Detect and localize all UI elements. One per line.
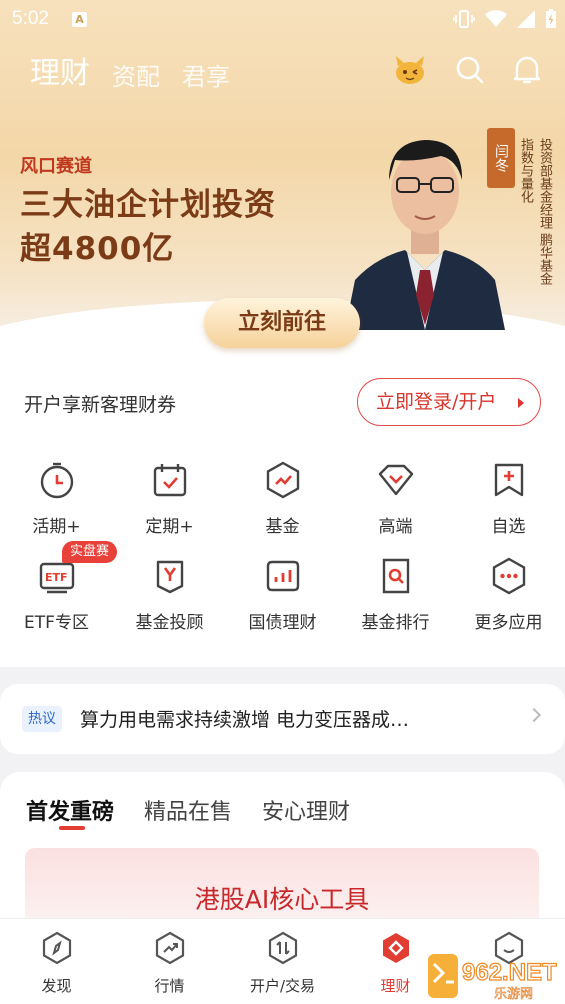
- status-time: 5:02: [12, 8, 49, 29]
- grid-label: 基金投顾: [135, 613, 204, 633]
- grid-item-current[interactable]: 活期+: [0, 460, 113, 537]
- grid-label: 活期+: [32, 517, 81, 537]
- grid-label: 自选: [491, 517, 526, 537]
- promo-text: 开户享新客理财券: [24, 394, 177, 416]
- site-watermark: 962.NET 乐游网: [428, 954, 558, 1002]
- grid-item-advisor[interactable]: 基金投顾: [113, 556, 226, 633]
- nav-label: 开户/交易: [249, 977, 316, 995]
- vibrate-icon: [453, 10, 475, 28]
- tab-debut[interactable]: 首发重磅: [26, 794, 114, 826]
- grid-item-premium[interactable]: 高端: [339, 460, 452, 537]
- hot-tag: 热议: [22, 706, 62, 732]
- notification-badge: A: [72, 12, 87, 27]
- grid-label: ETF专区: [24, 613, 89, 633]
- grid-item-etf[interactable]: ETF ETF专区: [0, 556, 113, 633]
- compass-icon: [42, 931, 71, 965]
- top-tab-zipei[interactable]: 资配: [112, 57, 160, 92]
- nav-label: 发现: [41, 977, 72, 995]
- manager-name: 闫冬: [487, 128, 515, 188]
- wifi-icon: [485, 10, 507, 27]
- grid-item-watchlist[interactable]: 自选: [452, 460, 565, 537]
- bond-icon: [266, 560, 299, 592]
- more-apps-icon: [492, 557, 525, 595]
- grid-label: 基金排行: [361, 613, 430, 633]
- top-actions: [393, 54, 541, 86]
- nav-market[interactable]: 行情: [113, 931, 226, 996]
- watermark-sub: 乐游网: [494, 987, 533, 1002]
- bell-icon[interactable]: [513, 55, 541, 85]
- watermark-brand: 962.NET: [462, 959, 557, 986]
- login-button[interactable]: 立即登录/开户: [357, 378, 541, 426]
- status-icons: [453, 9, 557, 29]
- nav-label: 行情: [154, 977, 185, 995]
- grid-item-bond[interactable]: 国债理财: [226, 556, 339, 633]
- top-tab-junxiang[interactable]: 君享: [182, 57, 230, 92]
- chevron-right-icon: [526, 707, 542, 723]
- grid-item-ranking[interactable]: 基金排行: [339, 556, 452, 633]
- signal-icon: [517, 10, 535, 28]
- add-bookmark-icon: [494, 463, 523, 497]
- grid-item-fund[interactable]: 基金: [226, 460, 339, 537]
- stopwatch-icon: [40, 462, 73, 499]
- etf-badge: 实盘赛: [62, 541, 118, 563]
- mascot-icon[interactable]: [393, 54, 427, 86]
- grid-label: 基金: [265, 517, 300, 537]
- trend-icon: [155, 931, 184, 965]
- product-card-title: 港股AI核心工具: [194, 885, 370, 914]
- grid-label: 更多应用: [474, 613, 543, 633]
- hot-topic-bar[interactable]: 热议 算力用电需求持续激增 电力变压器成…: [0, 684, 565, 754]
- fund-manager-photo: [345, 140, 505, 330]
- section-tabs: 首发重磅 精品在售 安心理财: [26, 794, 350, 826]
- tab-indicator: [59, 826, 85, 830]
- advisor-icon: [156, 560, 183, 594]
- calendar-icon: [153, 464, 186, 497]
- banner-title-line1: 三大油企计划投资: [20, 187, 276, 223]
- hot-text: 算力用电需求持续激增 电力变压器成…: [80, 709, 410, 731]
- nav-discover[interactable]: 发现: [0, 931, 113, 996]
- grid-label: 国债理财: [248, 613, 317, 633]
- tab-featured[interactable]: 精品在售: [144, 794, 232, 826]
- login-button-label: 立即登录/开户: [376, 391, 497, 413]
- trade-icon: [268, 931, 297, 965]
- tab-safe[interactable]: 安心理财: [262, 794, 350, 826]
- manager-desc-line1: 投资部基金经理: [537, 138, 552, 229]
- svg-text:ETF: ETF: [45, 571, 68, 584]
- hexagon-chart-icon: [266, 461, 299, 499]
- status-bar: 5:02 A: [0, 0, 565, 40]
- banner-title: 三大油企计划投资 超4800亿: [20, 183, 276, 271]
- top-tab-licai[interactable]: 理财: [30, 48, 90, 92]
- banner-title-line2: 超4800亿: [20, 231, 175, 267]
- top-nav: 理财 资配 君享: [30, 48, 230, 92]
- battery-icon: [546, 9, 556, 28]
- wealth-icon: [382, 933, 409, 963]
- manager-description: 投资部基金经理 鹏华基金指数与量化: [514, 138, 554, 298]
- diamond-icon: [378, 464, 413, 496]
- grid-item-more[interactable]: 更多应用: [452, 556, 565, 633]
- grid-item-fixed[interactable]: 定期+: [113, 460, 226, 537]
- banner-cta-button[interactable]: 立刻前往: [204, 298, 360, 348]
- arrow-right-icon: [518, 398, 524, 408]
- grid-label: 定期+: [145, 517, 194, 537]
- search-icon[interactable]: [455, 55, 485, 85]
- grid-label: 高端: [378, 517, 413, 537]
- banner-tag: 风口赛道: [20, 156, 92, 177]
- ranking-icon: [382, 558, 409, 594]
- nav-trade[interactable]: 开户/交易: [226, 931, 339, 996]
